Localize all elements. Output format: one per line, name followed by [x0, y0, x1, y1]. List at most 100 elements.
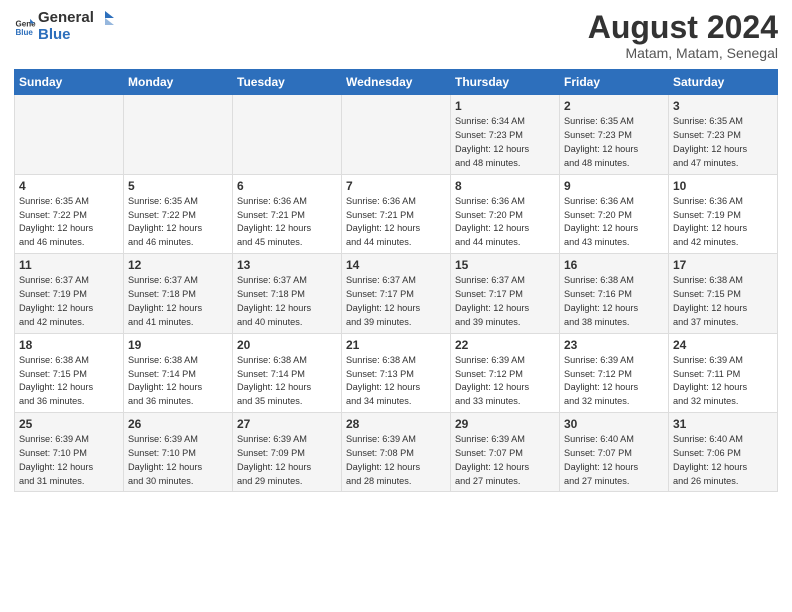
day-number: 19 [128, 337, 228, 353]
day-number: 17 [673, 257, 773, 273]
day-number: 11 [19, 257, 119, 273]
logo-icon: General Blue [14, 16, 36, 38]
day-number: 22 [455, 337, 555, 353]
day-number: 12 [128, 257, 228, 273]
cell-info: Sunrise: 6:38 AMSunset: 7:16 PMDaylight:… [564, 275, 638, 326]
cell-info: Sunrise: 6:39 AMSunset: 7:10 PMDaylight:… [128, 434, 202, 485]
cell-info: Sunrise: 6:40 AMSunset: 7:07 PMDaylight:… [564, 434, 638, 485]
calendar-cell: 1 Sunrise: 6:34 AMSunset: 7:23 PMDaylight… [451, 95, 560, 174]
week-row-4: 18 Sunrise: 6:38 AMSunset: 7:15 PMDayligh… [15, 333, 778, 412]
location: Matam, Matam, Senegal [588, 45, 778, 61]
week-row-3: 11 Sunrise: 6:37 AMSunset: 7:19 PMDayligh… [15, 254, 778, 333]
cell-info: Sunrise: 6:39 AMSunset: 7:09 PMDaylight:… [237, 434, 311, 485]
day-number: 27 [237, 416, 337, 432]
calendar-cell [15, 95, 124, 174]
calendar-cell: 31 Sunrise: 6:40 AMSunset: 7:06 PMDayligh… [669, 412, 778, 491]
calendar-cell: 6 Sunrise: 6:36 AMSunset: 7:21 PMDaylight… [233, 174, 342, 253]
calendar-cell: 22 Sunrise: 6:39 AMSunset: 7:12 PMDayligh… [451, 333, 560, 412]
day-number: 1 [455, 98, 555, 114]
weekday-header-friday: Friday [560, 70, 669, 95]
day-number: 10 [673, 178, 773, 194]
cell-info: Sunrise: 6:35 AMSunset: 7:23 PMDaylight:… [673, 116, 747, 167]
calendar-cell: 8 Sunrise: 6:36 AMSunset: 7:20 PMDaylight… [451, 174, 560, 253]
calendar-cell: 14Sunrise: 6:37 AMSunset: 7:17 PMDayligh… [342, 254, 451, 333]
cell-info: Sunrise: 6:39 AMSunset: 7:12 PMDaylight:… [455, 355, 529, 406]
cell-info: Sunrise: 6:39 AMSunset: 7:12 PMDaylight:… [564, 355, 638, 406]
calendar-cell: 19Sunrise: 6:38 AMSunset: 7:14 PMDayligh… [124, 333, 233, 412]
day-number: 25 [19, 416, 119, 432]
calendar-cell: 30Sunrise: 6:40 AMSunset: 7:07 PMDayligh… [560, 412, 669, 491]
day-number: 23 [564, 337, 664, 353]
cell-info: Sunrise: 6:35 AMSunset: 7:23 PMDaylight:… [564, 116, 638, 167]
day-number: 3 [673, 98, 773, 114]
day-number: 7 [346, 178, 446, 194]
calendar-cell: 29 Sunrise: 6:39 AMSunset: 7:07 PMDayligh… [451, 412, 560, 491]
week-row-2: 4 Sunrise: 6:35 AMSunset: 7:22 PMDaylight… [15, 174, 778, 253]
weekday-header-sunday: Sunday [15, 70, 124, 95]
weekday-header-tuesday: Tuesday [233, 70, 342, 95]
day-number: 4 [19, 178, 119, 194]
cell-info: Sunrise: 6:39 AMSunset: 7:11 PMDaylight:… [673, 355, 747, 406]
cell-info: Sunrise: 6:38 AMSunset: 7:14 PMDaylight:… [237, 355, 311, 406]
logo-general: General [38, 10, 114, 27]
calendar-cell: 4 Sunrise: 6:35 AMSunset: 7:22 PMDaylight… [15, 174, 124, 253]
cell-info: Sunrise: 6:38 AMSunset: 7:15 PMDaylight:… [673, 275, 747, 326]
day-number: 29 [455, 416, 555, 432]
calendar-cell: 11 Sunrise: 6:37 AMSunset: 7:19 PMDayligh… [15, 254, 124, 333]
weekday-header-wednesday: Wednesday [342, 70, 451, 95]
cell-info: Sunrise: 6:36 AMSunset: 7:20 PMDaylight:… [455, 196, 529, 247]
month-year: August 2024 [588, 10, 778, 45]
day-number: 6 [237, 178, 337, 194]
calendar-cell: 27 Sunrise: 6:39 AMSunset: 7:09 PMDayligh… [233, 412, 342, 491]
day-number: 24 [673, 337, 773, 353]
day-number: 21 [346, 337, 446, 353]
day-number: 20 [237, 337, 337, 353]
cell-info: Sunrise: 6:38 AMSunset: 7:15 PMDaylight:… [19, 355, 93, 406]
calendar-cell [342, 95, 451, 174]
day-number: 9 [564, 178, 664, 194]
cell-info: Sunrise: 6:36 AMSunset: 7:21 PMDaylight:… [346, 196, 420, 247]
day-number: 16 [564, 257, 664, 273]
day-number: 8 [455, 178, 555, 194]
svg-text:General: General [15, 19, 36, 28]
day-number: 18 [19, 337, 119, 353]
cell-info: Sunrise: 6:37 AMSunset: 7:19 PMDaylight:… [19, 275, 93, 326]
weekday-header-monday: Monday [124, 70, 233, 95]
cell-info: Sunrise: 6:39 AMSunset: 7:10 PMDaylight:… [19, 434, 93, 485]
svg-text:Blue: Blue [15, 28, 33, 37]
header: General Blue General Blue August 2024 Ma… [14, 10, 778, 61]
calendar-cell: 2 Sunrise: 6:35 AMSunset: 7:23 PMDaylight… [560, 95, 669, 174]
calendar-cell: 21 Sunrise: 6:38 AMSunset: 7:13 PMDayligh… [342, 333, 451, 412]
week-row-5: 25 Sunrise: 6:39 AMSunset: 7:10 PMDayligh… [15, 412, 778, 491]
logo-wing-icon [96, 11, 114, 25]
cell-info: Sunrise: 6:34 AMSunset: 7:23 PMDaylight:… [455, 116, 529, 167]
day-number: 2 [564, 98, 664, 114]
cell-info: Sunrise: 6:36 AMSunset: 7:21 PMDaylight:… [237, 196, 311, 247]
cell-info: Sunrise: 6:35 AMSunset: 7:22 PMDaylight:… [19, 196, 93, 247]
day-number: 28 [346, 416, 446, 432]
weekday-header-thursday: Thursday [451, 70, 560, 95]
calendar-cell: 9Sunrise: 6:36 AMSunset: 7:20 PMDaylight… [560, 174, 669, 253]
calendar-cell: 3 Sunrise: 6:35 AMSunset: 7:23 PMDaylight… [669, 95, 778, 174]
cell-info: Sunrise: 6:39 AMSunset: 7:07 PMDaylight:… [455, 434, 529, 485]
day-number: 31 [673, 416, 773, 432]
cell-info: Sunrise: 6:37 AMSunset: 7:17 PMDaylight:… [455, 275, 529, 326]
cell-info: Sunrise: 6:37 AMSunset: 7:18 PMDaylight:… [128, 275, 202, 326]
calendar-cell: 23 Sunrise: 6:39 AMSunset: 7:12 PMDayligh… [560, 333, 669, 412]
calendar-cell: 18 Sunrise: 6:38 AMSunset: 7:15 PMDayligh… [15, 333, 124, 412]
cell-info: Sunrise: 6:37 AMSunset: 7:18 PMDaylight:… [237, 275, 311, 326]
weekday-header-saturday: Saturday [669, 70, 778, 95]
calendar-cell: 25 Sunrise: 6:39 AMSunset: 7:10 PMDayligh… [15, 412, 124, 491]
logo-blue: Blue [38, 27, 114, 44]
cell-info: Sunrise: 6:38 AMSunset: 7:13 PMDaylight:… [346, 355, 420, 406]
calendar-cell: 10Sunrise: 6:36 AMSunset: 7:19 PMDayligh… [669, 174, 778, 253]
cell-info: Sunrise: 6:40 AMSunset: 7:06 PMDaylight:… [673, 434, 747, 485]
calendar-cell: 20 Sunrise: 6:38 AMSunset: 7:14 PMDayligh… [233, 333, 342, 412]
logo: General Blue General Blue [14, 10, 114, 43]
calendar-cell: 26Sunrise: 6:39 AMSunset: 7:10 PMDayligh… [124, 412, 233, 491]
calendar-cell: 7 Sunrise: 6:36 AMSunset: 7:21 PMDaylight… [342, 174, 451, 253]
calendar-cell: 28Sunrise: 6:39 AMSunset: 7:08 PMDayligh… [342, 412, 451, 491]
cell-info: Sunrise: 6:37 AMSunset: 7:17 PMDaylight:… [346, 275, 420, 326]
calendar-cell: 15Sunrise: 6:37 AMSunset: 7:17 PMDayligh… [451, 254, 560, 333]
calendar-table: SundayMondayTuesdayWednesdayThursdayFrid… [14, 69, 778, 492]
